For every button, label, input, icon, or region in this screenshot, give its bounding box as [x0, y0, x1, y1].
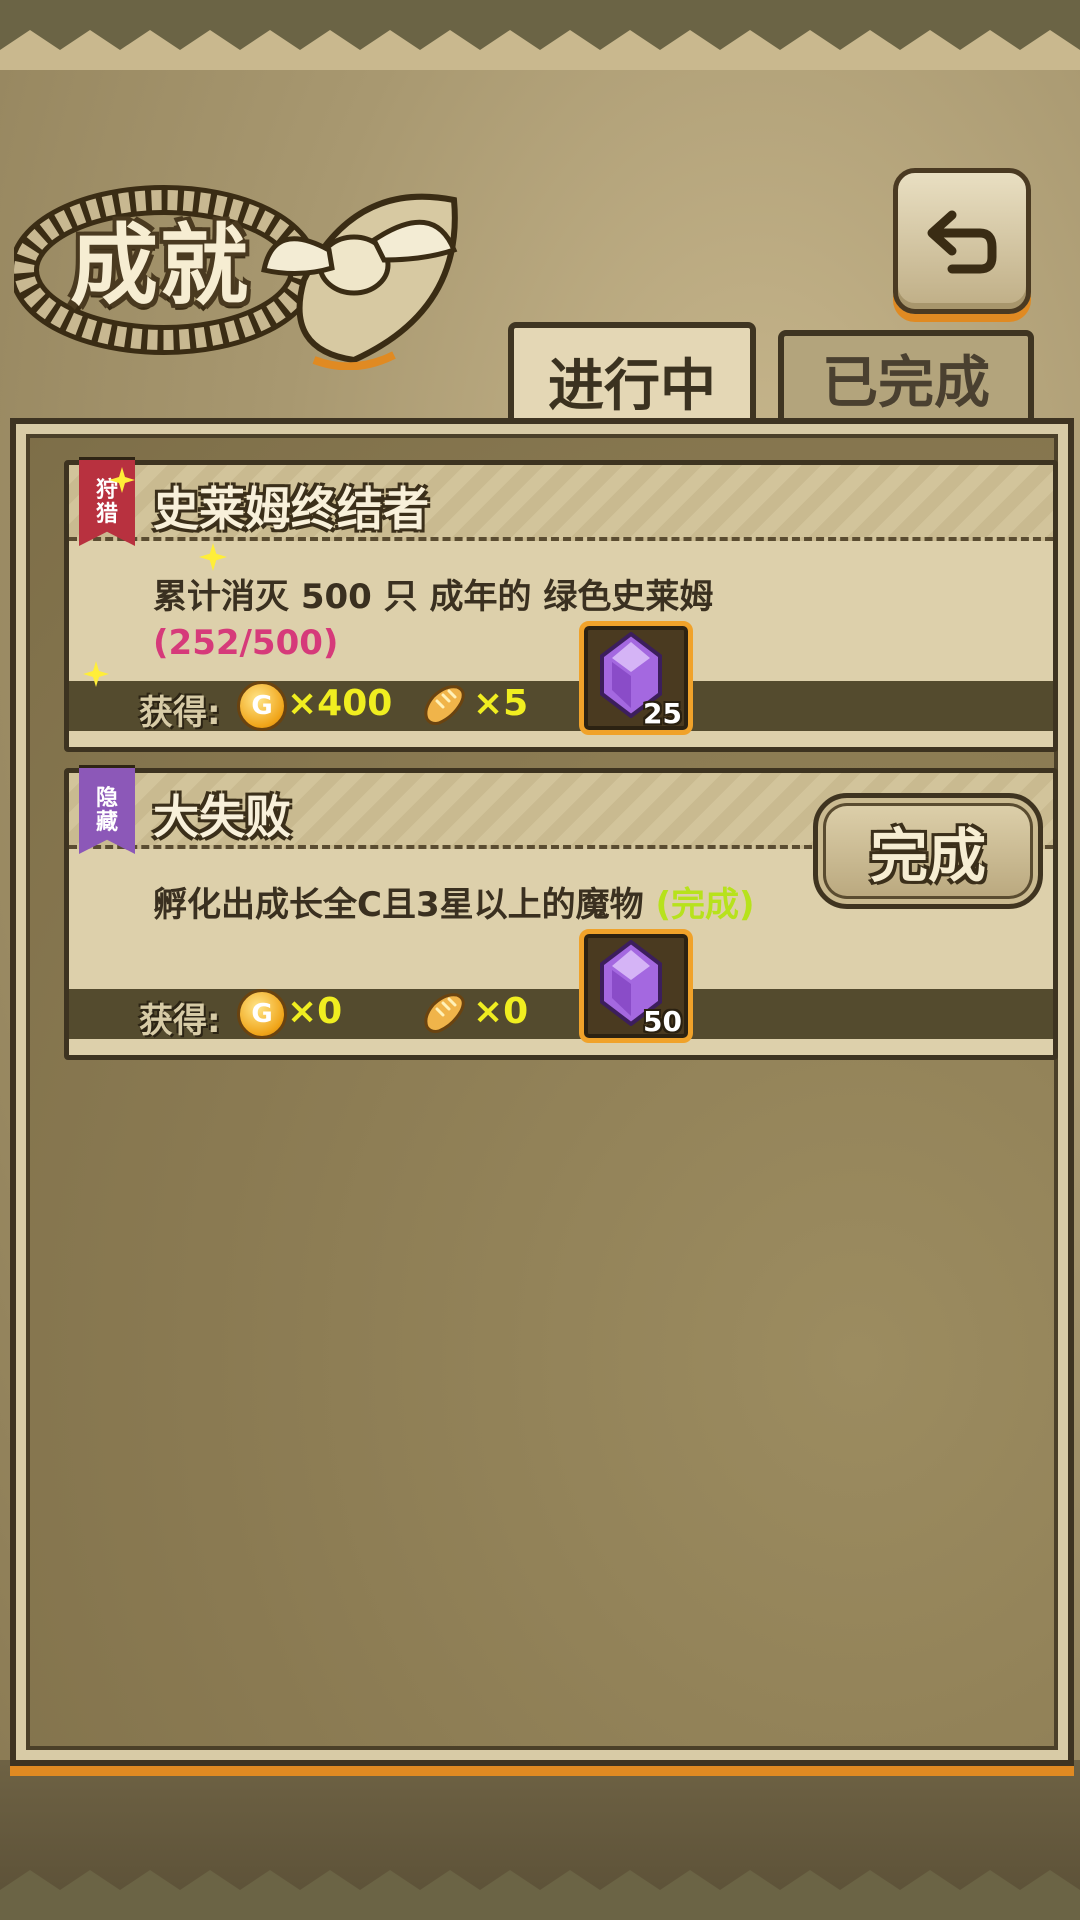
achievement-card[interactable]: 狩猎 史莱姆终结者 累计消灭 500 只 成年的 绿色史莱姆 (252/500)… [64, 457, 1058, 752]
reward-label: 获得: [139, 1001, 221, 1041]
gem-count: 25 [643, 697, 682, 730]
achievement-progress: (252/500) [153, 623, 339, 663]
bottom-border [0, 1760, 1080, 1920]
gem-count: 50 [643, 1005, 682, 1038]
bread-reward: ×5 [473, 683, 529, 724]
reward-bar: 获得: G ×0 ×0 [69, 989, 1053, 1041]
back-button[interactable] [893, 168, 1031, 314]
sparkle-icon [199, 543, 227, 571]
sparkle-icon [109, 467, 135, 493]
claim-complete-button[interactable]: 完成 [813, 793, 1043, 909]
achievement-description: 孵化出成长全C且3星以上的魔物 (完成) [153, 877, 755, 926]
tab-completed[interactable]: 已完成 [778, 330, 1034, 420]
page-title: 成就 [70, 213, 251, 317]
bread-reward: ×0 [473, 991, 529, 1032]
achievement-card[interactable]: 隐藏 大失败 孵化出成长全C且3星以上的魔物 (完成) 获得: G ×0 ×0 … [64, 765, 1058, 1060]
achievement-list-panel[interactable]: 狩猎 史莱姆终结者 累计消灭 500 只 成年的 绿色史莱姆 (252/500)… [10, 418, 1074, 1766]
reward-label: 获得: [139, 693, 221, 733]
bread-icon [424, 993, 465, 1033]
gold-coin-icon: G [237, 989, 287, 1039]
gem-reward: 50 [579, 929, 693, 1043]
gem-reward: 25 [579, 621, 693, 735]
achievement-title: 大失败 [153, 790, 291, 844]
return-arrow-icon [927, 210, 997, 274]
reward-bar: 获得: G ×400 ×5 [69, 681, 1053, 733]
coin-reward: ×400 [287, 683, 393, 724]
achievement-title: 史莱姆终结者 [153, 482, 429, 536]
status-complete: (完成) [655, 885, 755, 925]
bread-icon [424, 685, 465, 725]
achievement-description: 累计消灭 500 只 成年的 绿色史莱姆 [153, 577, 714, 617]
sparkle-icon [83, 661, 109, 687]
coin-reward: ×0 [287, 991, 343, 1032]
description-text: 孵化出成长全C且3星以上的魔物 [153, 885, 644, 925]
gold-coin-icon: G [237, 681, 287, 731]
top-border [0, 0, 1080, 70]
